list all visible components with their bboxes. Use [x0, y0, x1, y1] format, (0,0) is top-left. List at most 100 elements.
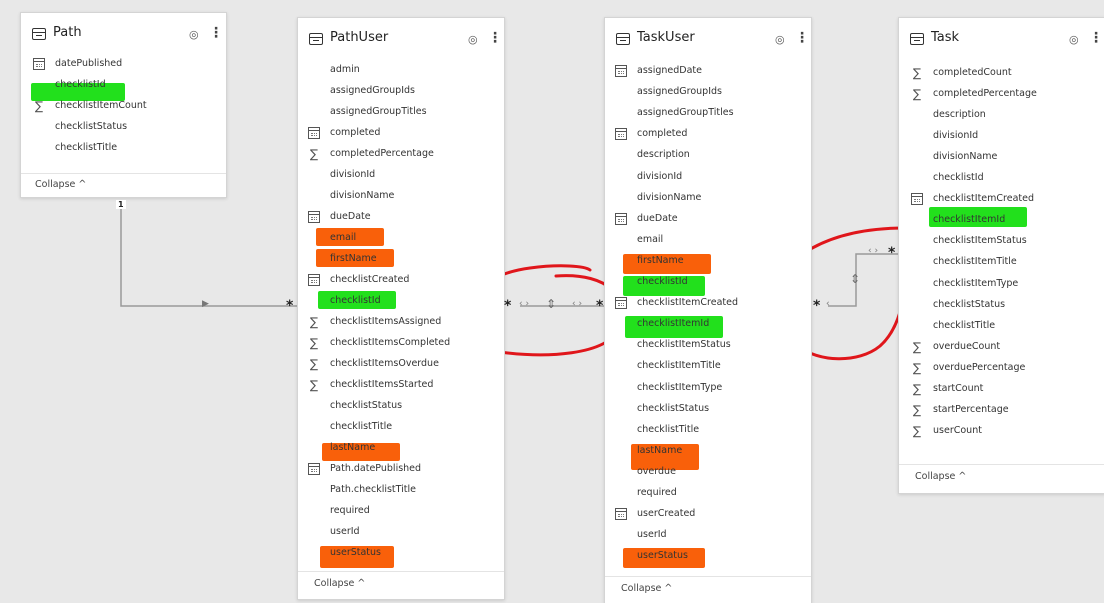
- field-name: checklistTitle: [330, 421, 393, 432]
- bidirectional-filter-icon[interactable]: ⇕: [546, 297, 556, 311]
- field-name: email: [637, 233, 664, 245]
- table-icon: [910, 33, 924, 45]
- field-name: overdueCount: [933, 340, 1001, 352]
- field-name: checklistTitle: [933, 319, 996, 331]
- sigma-icon: ∑: [309, 357, 319, 371]
- table-icon: [616, 33, 630, 45]
- calendar-icon: [308, 274, 320, 286]
- field-name: divisionName: [933, 151, 998, 163]
- more-options-icon[interactable]: ⋮: [795, 30, 809, 46]
- card-header[interactable]: Task ◎ ⋮: [899, 18, 1104, 58]
- field-name: checklistItemType: [933, 277, 1019, 289]
- divider: [899, 464, 1104, 465]
- sigma-icon: ∑: [309, 378, 319, 392]
- field-name: checklistId: [637, 276, 688, 287]
- filter-arrow-icon: ‹ ›: [519, 299, 530, 309]
- field-name: completed: [637, 128, 688, 140]
- table-title[interactable]: Task: [931, 30, 959, 45]
- more-options-icon[interactable]: ⋮: [209, 25, 223, 41]
- calendar-icon: [615, 212, 627, 225]
- filter-arrow-icon: ‹: [826, 299, 830, 309]
- calendar-icon: [615, 65, 627, 77]
- more-options-icon[interactable]: ⋮: [1089, 30, 1103, 46]
- model-canvas[interactable]: Path ◎ ⋮ datePublished checklistId ∑ checkl…: [0, 0, 1104, 603]
- table-title[interactable]: Path: [53, 25, 82, 40]
- field-name: assignedDate: [637, 65, 702, 76]
- eye-icon[interactable]: ◎: [1069, 33, 1079, 46]
- collapse-button[interactable]: Collapse ^: [314, 578, 365, 589]
- field-name: checklistItemId: [637, 318, 710, 330]
- field-name: assignedGroupIds: [637, 86, 722, 98]
- eye-icon[interactable]: ◎: [189, 28, 199, 41]
- more-options-icon[interactable]: ⋮: [488, 30, 502, 46]
- calendar-icon: [911, 193, 923, 206]
- eye-icon[interactable]: ◎: [775, 33, 785, 46]
- bidirectional-filter-icon[interactable]: ⇕: [850, 272, 860, 286]
- field-name: divisionId: [933, 130, 979, 142]
- collapse-button[interactable]: Collapse ^: [915, 471, 966, 482]
- table-card-path[interactable]: Path ◎ ⋮ datePublished checklistId ∑ checkl…: [20, 12, 227, 198]
- field-name: checklistItemCreated: [637, 297, 738, 309]
- table-card-pathuser[interactable]: PathUser ◎ ⋮ admin assignedGroupIds assign…: [297, 17, 505, 600]
- field-name: dueDate: [330, 211, 371, 222]
- divider: [605, 576, 811, 577]
- field-name: userStatus: [330, 547, 381, 558]
- field-name: divisionId: [637, 170, 683, 182]
- field-name: Path.datePublished: [330, 463, 422, 474]
- card-header[interactable]: Path ◎ ⋮: [21, 13, 226, 53]
- field-name: firstName: [637, 254, 684, 266]
- field-name: userId: [330, 526, 360, 537]
- table-title[interactable]: PathUser: [330, 30, 388, 45]
- field-name: divisionName: [637, 191, 702, 203]
- field-name: checklistItemStatus: [933, 235, 1027, 247]
- field-name: checklistItemStatus: [637, 339, 731, 351]
- field-name: assignedGroupTitles: [637, 107, 734, 119]
- field-name: divisionName: [330, 190, 395, 201]
- field-name: checklistItemId: [933, 214, 1006, 226]
- field-name: Path.checklistTitle: [330, 484, 417, 495]
- sigma-icon: ∑: [912, 360, 922, 375]
- calendar-icon: [615, 508, 627, 521]
- table-icon: [309, 33, 323, 45]
- sigma-icon: ∑: [34, 99, 44, 113]
- table-icon: [32, 28, 46, 40]
- table-title[interactable]: TaskUser: [637, 30, 695, 45]
- field-name: overduePercentage: [933, 361, 1026, 373]
- card-header[interactable]: PathUser ◎ ⋮: [298, 18, 504, 58]
- cardinality-many-label: *: [596, 298, 604, 314]
- cardinality-many-label: *: [286, 298, 294, 314]
- field-name: lastName: [637, 444, 683, 456]
- field-name: checklistItemsStarted: [330, 379, 434, 390]
- field-name: overdue: [637, 465, 676, 477]
- field-name: assignedGroupIds: [330, 85, 415, 96]
- field-name: required: [330, 505, 370, 516]
- sigma-icon: ∑: [309, 147, 319, 161]
- sigma-icon: ∑: [912, 66, 922, 80]
- field-name: userId: [637, 529, 667, 541]
- divider: [298, 571, 504, 572]
- field-name: userCount: [933, 424, 982, 436]
- field-name: checklistStatus: [330, 400, 403, 411]
- field-name: assignedGroupTitles: [330, 106, 427, 117]
- field-name: admin: [330, 64, 360, 75]
- field-name: completedPercentage: [330, 148, 434, 159]
- field-name: checklistStatus: [637, 402, 710, 414]
- table-card-task[interactable]: Task ◎ ⋮ ∑ completedCount ∑ completedPercen…: [898, 17, 1104, 494]
- field-name: startPercentage: [933, 403, 1009, 415]
- field-name: checklistCreated: [330, 274, 410, 285]
- divider: [21, 173, 226, 174]
- cardinality-many-label: *: [888, 245, 896, 261]
- collapse-button[interactable]: Collapse ^: [35, 179, 86, 190]
- field-name: checklistItemsOverdue: [330, 358, 439, 369]
- card-header[interactable]: TaskUser ◎ ⋮: [605, 18, 811, 58]
- field-name: completedCount: [933, 67, 1012, 78]
- field-name: userCreated: [637, 508, 696, 520]
- eye-icon[interactable]: ◎: [468, 33, 478, 46]
- calendar-icon: [308, 463, 320, 475]
- field-name: checklistStatus: [933, 298, 1006, 310]
- field-name: checklistItemCreated: [933, 193, 1034, 205]
- field-name: checklistItemsAssigned: [330, 316, 442, 327]
- table-card-taskuser[interactable]: TaskUser ◎ ⋮ assignedDate assignedGroupId…: [604, 17, 812, 603]
- collapse-button[interactable]: Collapse ^: [621, 583, 672, 594]
- field-name: lastName: [330, 442, 376, 453]
